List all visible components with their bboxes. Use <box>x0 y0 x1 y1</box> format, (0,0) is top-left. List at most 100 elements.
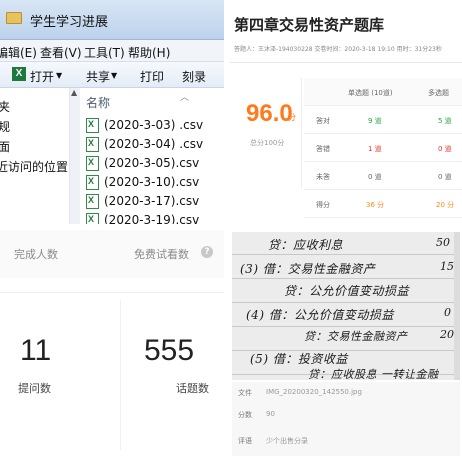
answers-label: 话题数 <box>176 382 209 395</box>
name-column-header[interactable]: 名称 <box>86 94 110 111</box>
file-name: (2020-3-04) .csv <box>104 137 204 151</box>
nav-scrollbar[interactable]: ▲ <box>70 88 80 224</box>
command-toolbar: X 打开 ▼ 共享 ▼ 打印 刻录 <box>0 62 224 88</box>
csv-file-icon <box>86 118 99 133</box>
table-row: 答对 9 道 5 道 <box>304 106 462 134</box>
csv-file-icon <box>86 213 99 224</box>
handwritten-line: (3) 借：交易性金融资产 <box>240 262 376 276</box>
row-label: 答错 <box>316 145 330 153</box>
print-button[interactable]: 打印 <box>140 68 164 85</box>
help-icon[interactable]: ? <box>201 246 213 258</box>
handwritten-line: 贷：应收利息 <box>268 238 344 252</box>
answers-count: 555 <box>144 334 195 367</box>
divider <box>230 62 462 63</box>
file-name: (2020-3-05).csv <box>104 156 200 170</box>
menu-edit[interactable]: 编辑(E) <box>0 44 37 61</box>
menu-tools[interactable]: 工具(T) <box>84 44 125 61</box>
handwritten-mark: 0 <box>444 306 451 319</box>
cell-single: 9 道 <box>368 117 382 125</box>
info-row-file: 文件 IMG_20200320_142550.jpg <box>238 384 460 404</box>
cell-multi: 0 道 <box>438 173 452 181</box>
share-dropdown-icon[interactable]: ▼ <box>111 71 117 80</box>
file-item[interactable]: (2020-3-19).csv <box>86 211 224 224</box>
table-row: 答错 1 道 0 道 <box>304 134 462 162</box>
handwritten-line: 贷：应收股息 一转让金融 <box>308 368 439 381</box>
table-header-row: 单选题 (10道) 多选题 <box>304 78 462 106</box>
header-single-choice: 单选题 (10道) <box>348 89 393 97</box>
file-item[interactable]: (2020-3-05).csv <box>86 154 224 172</box>
open-button[interactable]: 打开 <box>30 68 54 85</box>
file-item[interactable]: (2020-3-03) .csv <box>86 116 224 134</box>
header-multi-choice: 多选题 <box>428 89 449 97</box>
table-row: 未答 0 道 0 道 <box>304 162 462 190</box>
questions-count: 11 <box>20 334 52 367</box>
questions-label: 提问数 <box>18 382 51 395</box>
file-list: 名称 ︿ (2020-3-03) .csv (2020-3-04) .csv (… <box>80 88 224 224</box>
file-item[interactable]: (2020-3-10).csv <box>86 173 224 191</box>
cell-single: 36 分 <box>366 201 385 209</box>
file-explorer-window: 学生学习进展 编辑(E) 查看(V) 工具(T) 帮助(H) X 打开 ▼ 共享… <box>0 0 224 224</box>
stats-header: 完成人数 免费试看数 ? <box>0 230 224 278</box>
handwritten-mark: 20 <box>440 328 454 341</box>
file-value[interactable]: IMG_20200320_142550.jpg <box>266 388 362 396</box>
submission-info: 文件 IMG_20200320_142550.jpg 分数 90 评语 少个出售… <box>232 382 460 456</box>
nav-item-recent-places[interactable]: 近访问的位置 <box>0 158 68 175</box>
exam-title: 第四章交易性资产题库 <box>234 16 385 34</box>
course-stats-panel: 完成人数 免费试看数 ? 11 提问数 555 话题数 <box>0 230 224 456</box>
menu-view[interactable]: 查看(V) <box>40 44 82 61</box>
csv-file-icon <box>86 156 99 171</box>
row-label: 未答 <box>316 173 330 181</box>
score-unit: 分 <box>288 113 296 122</box>
sort-caret-icon: ︿ <box>180 93 190 103</box>
handwritten-mark: 50 <box>436 236 450 249</box>
score-label: 分数 <box>238 411 252 419</box>
handwritten-line: 贷：交易性金融资产 <box>304 330 408 343</box>
ruled-line <box>232 326 460 327</box>
ruled-line <box>232 302 460 303</box>
info-row-score: 分数 90 <box>238 406 460 426</box>
menu-bar: 编辑(E) 查看(V) 工具(T) 帮助(H) <box>0 40 224 62</box>
nav-item-desktop[interactable]: 面 <box>0 138 10 155</box>
row-label: 得分 <box>316 201 330 209</box>
explorer-title-bar: 学生学习进展 <box>0 0 224 40</box>
file-name: (2020-3-10).csv <box>104 175 200 189</box>
panel-gap <box>0 224 462 230</box>
page-edge <box>454 232 460 380</box>
folder-icon <box>6 12 22 24</box>
divider <box>120 300 121 450</box>
comment-value: 少个出售分录 <box>266 437 308 445</box>
burn-button[interactable]: 刻录 <box>182 68 206 85</box>
completed-label: 完成人数 <box>14 248 58 261</box>
cell-single: 1 道 <box>368 145 382 153</box>
csv-file-icon <box>86 194 99 209</box>
score-box: 96.0 分 总分100分 <box>230 78 302 188</box>
share-button[interactable]: 共享 <box>86 68 110 85</box>
file-name: (2020-3-19).csv <box>104 213 200 224</box>
csv-file-icon <box>86 137 99 152</box>
file-item[interactable]: (2020-3-04) .csv <box>86 135 224 153</box>
nav-item-rules[interactable]: 规 <box>0 118 10 135</box>
cell-single: 0 道 <box>368 173 382 181</box>
file-item[interactable]: (2020-3-17).csv <box>86 192 224 210</box>
nav-item-folders[interactable]: 夹 <box>0 98 10 115</box>
file-name: (2020-3-03) .csv <box>104 118 204 132</box>
score-total: 总分100分 <box>250 139 285 147</box>
handwritten-line: 贷：公允价值变动损益 <box>284 284 410 298</box>
exam-result-panel: 第四章交易性资产题库 答题人：王沐泽-194030228 交卷时间：2020-3… <box>230 0 462 224</box>
menu-help[interactable]: 帮助(H) <box>128 44 170 61</box>
cell-multi: 0 道 <box>438 145 452 153</box>
file-label: 文件 <box>238 389 252 397</box>
scroll-up-icon[interactable]: ▲ <box>71 88 77 97</box>
file-name: (2020-3-17).csv <box>104 194 200 208</box>
handwritten-line: (4) 借：公允价值变动损益 <box>246 308 394 322</box>
table-row: 得分 36 分 20 分 <box>304 190 462 218</box>
open-dropdown-icon[interactable]: ▼ <box>56 71 62 80</box>
ruled-line <box>232 254 460 255</box>
window-title: 学生学习进展 <box>30 15 109 30</box>
homework-photo-panel: 贷：应收利息 (3) 借：交易性金融资产 贷：公允价值变动损益 (4) 借：公允… <box>230 230 462 456</box>
navigation-pane: 夹 规 面 近访问的位置 <box>0 88 70 224</box>
exam-meta: 答题人：王沐泽-194030228 交卷时间：2020-3-18 19:10 用… <box>234 46 442 53</box>
info-row-comment: 评语 少个出售分录 <box>238 432 460 452</box>
csv-file-icon <box>86 175 99 190</box>
score-value: 90 <box>266 410 275 418</box>
